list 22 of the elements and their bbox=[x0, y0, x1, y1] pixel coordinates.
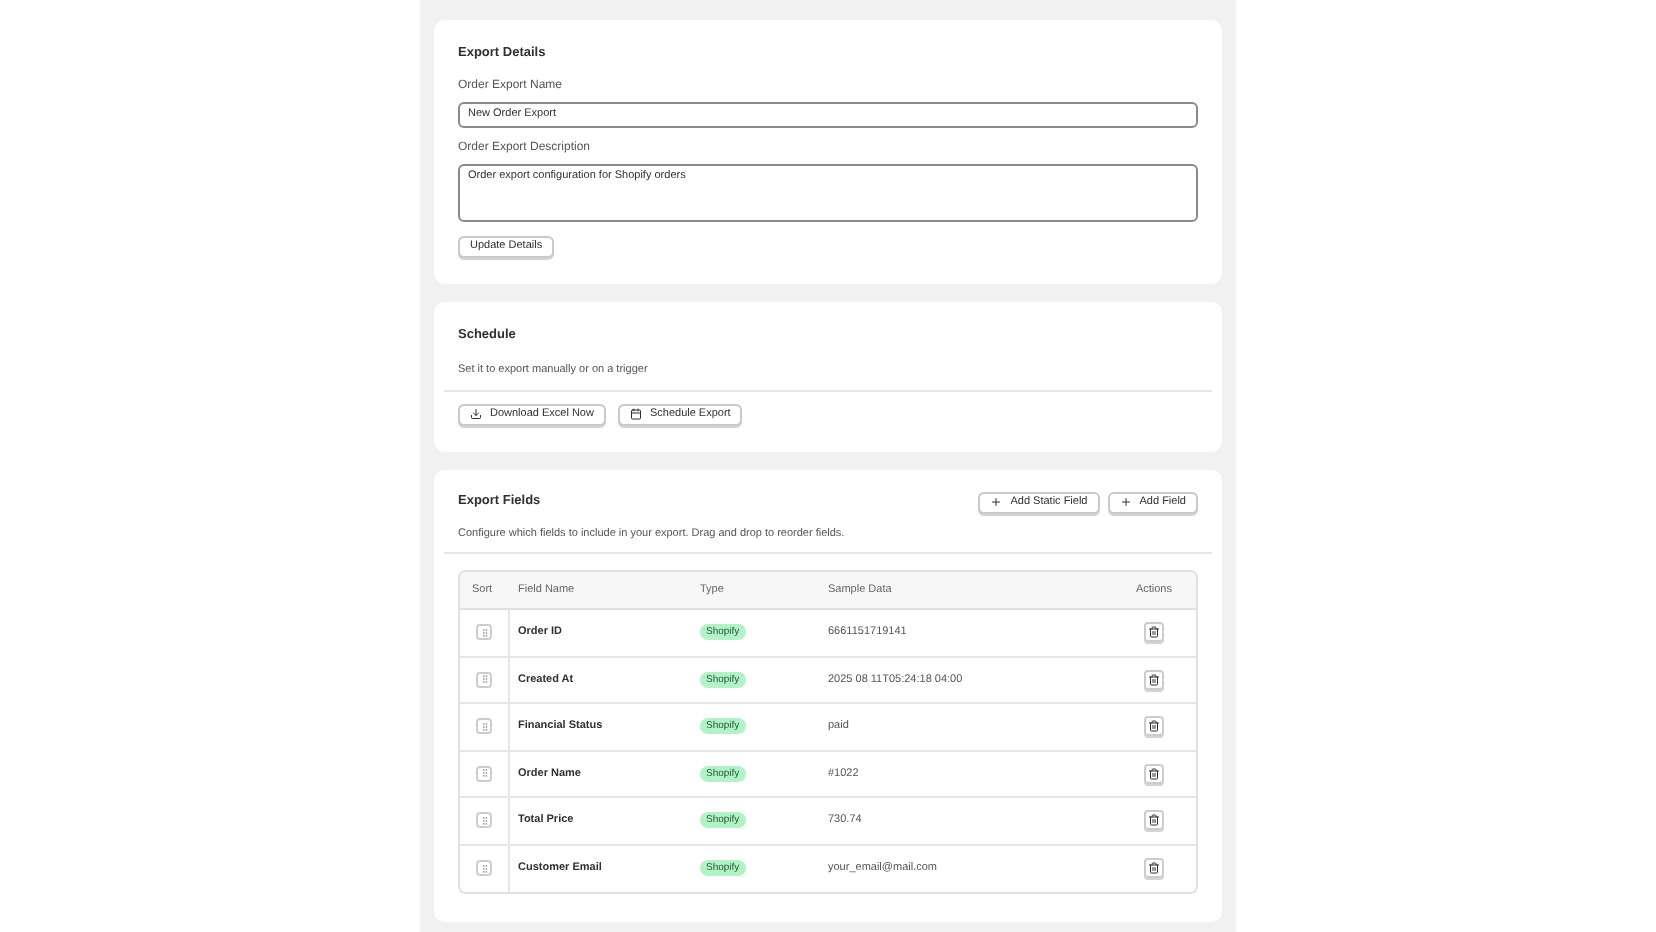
drag-handle[interactable] bbox=[476, 812, 492, 829]
drag-handle[interactable] bbox=[476, 718, 492, 735]
delete-button[interactable] bbox=[1144, 716, 1164, 737]
delete-button[interactable] bbox=[1144, 858, 1164, 879]
drag-handle[interactable] bbox=[476, 860, 492, 877]
trash-icon bbox=[1148, 814, 1160, 827]
delete-button[interactable] bbox=[1144, 669, 1164, 690]
download-icon bbox=[470, 408, 482, 421]
drag-handle[interactable] bbox=[476, 765, 492, 782]
trash-icon bbox=[1148, 767, 1160, 780]
trash-icon bbox=[1148, 720, 1160, 733]
delete-button[interactable] bbox=[1144, 622, 1164, 643]
delete-button[interactable] bbox=[1144, 810, 1164, 831]
plus-icon bbox=[990, 496, 1003, 509]
trash-icon bbox=[1148, 673, 1160, 686]
trash-icon bbox=[1148, 862, 1160, 875]
trash-icon bbox=[1148, 626, 1160, 639]
plus-icon bbox=[1119, 496, 1132, 509]
drag-handle[interactable] bbox=[476, 624, 492, 641]
drag-handle[interactable] bbox=[476, 671, 492, 688]
calendar-icon bbox=[629, 408, 642, 421]
delete-button[interactable] bbox=[1144, 763, 1164, 784]
